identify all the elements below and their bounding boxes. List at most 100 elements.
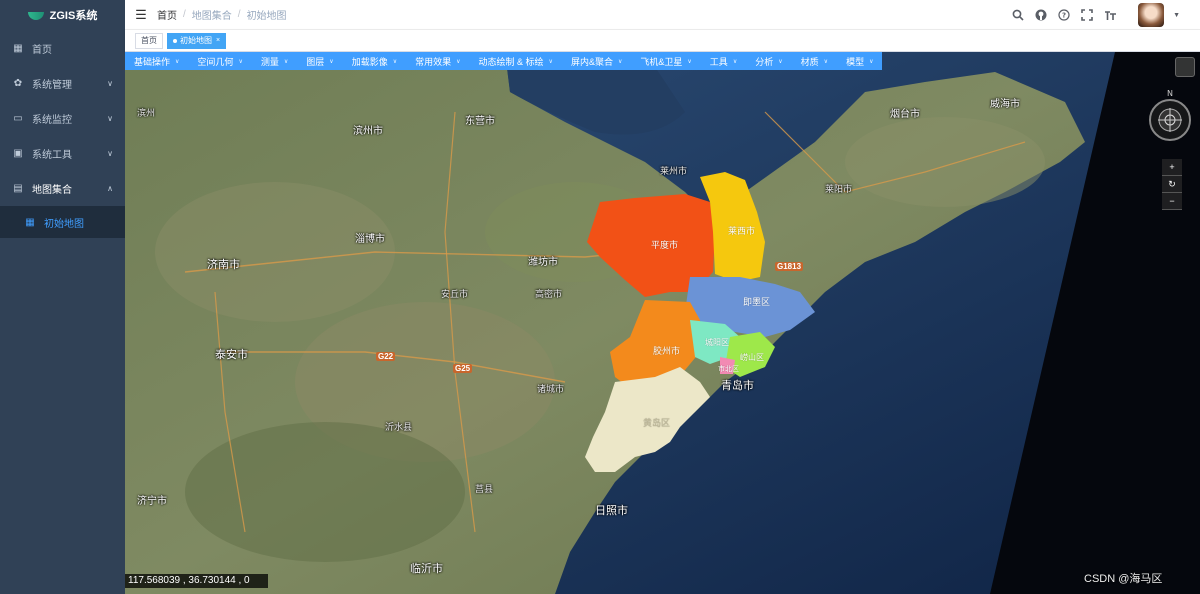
toolbar-tools[interactable]: 工具 ∨ [700, 52, 747, 70]
github-icon[interactable] [1034, 8, 1048, 22]
chevron-down-icon: ∨ [392, 58, 398, 65]
svg-text:?: ? [1062, 12, 1066, 20]
city-label: 泰安市 [215, 349, 248, 361]
highway-marker: G22 [376, 352, 396, 361]
toolbar-model[interactable]: 模型 ∨ [837, 52, 883, 70]
toolbar-cluster[interactable]: 屏内&聚合 ∨ [561, 52, 632, 70]
chevron-down-icon: ∨ [687, 58, 692, 65]
sidebar-item-home[interactable]: ▦ 首页 [0, 31, 125, 66]
toolbar-material[interactable]: 材质 ∨ [791, 52, 838, 70]
caret-down-icon[interactable]: ▼ [1173, 12, 1180, 19]
region-label: 崂山区 [740, 353, 764, 362]
chevron-down-icon: ∨ [329, 58, 334, 65]
city-label: 安丘市 [441, 289, 469, 299]
chevron-down-icon: ∨ [823, 58, 829, 65]
active-dot-icon [173, 38, 177, 43]
toolbar-label: 常用效果 [415, 56, 452, 67]
toolbar-basic-ops[interactable]: 基础操作 ∨ [125, 52, 189, 70]
breadcrumb: 首页 / 地图集合 / 初始地图 [157, 7, 287, 22]
chevron-down-icon: ∨ [548, 58, 553, 65]
city-label: 潍坊市 [528, 257, 558, 268]
font-size-icon[interactable] [1103, 8, 1117, 22]
logo-icon [27, 10, 44, 20]
toolbar-layers[interactable]: 图层 ∨ [297, 52, 343, 70]
toolbar-label: 屏内&聚合 [570, 56, 613, 67]
coordinate-readout: 117.568039 , 36.730144 , 0 [125, 574, 268, 588]
app-root: ZGIS系统 ▦ 首页 ✿ 系统管理 ∨ ▭ 系统监控 ∨ ▣ 系统工具 ∨ ▤… [0, 0, 1200, 594]
sidebar-item-system-tools[interactable]: ▣ 系统工具 ∨ [0, 136, 125, 171]
breadcrumb-home[interactable]: 首页 [157, 7, 177, 22]
breadcrumb-separator: / [183, 9, 186, 20]
navigation-compass[interactable]: N [1148, 88, 1192, 144]
monitor-icon: ▭ [13, 113, 23, 124]
hamburger-icon[interactable]: ☰ [125, 7, 157, 23]
chevron-down-icon: ∨ [107, 79, 113, 88]
city-label: 诸城市 [537, 384, 565, 394]
toolbar-label: 工具 [709, 56, 728, 67]
city-label: 济南市 [207, 259, 240, 271]
city-label: 济宁市 [137, 496, 167, 507]
toolbar-label: 测量 [260, 56, 279, 67]
toolbar-measure[interactable]: 测量 ∨ [251, 52, 298, 70]
chevron-down-icon: ∨ [175, 58, 180, 65]
sidebar-item-label: 系统工具 [32, 150, 72, 161]
breadcrumb-separator: / [237, 9, 241, 20]
close-icon[interactable]: × [216, 37, 220, 44]
toolbar-spatial-geometry[interactable]: 空间几何 ∨ [188, 52, 252, 70]
tag-label: 初始地图 [180, 36, 212, 45]
toolbar-label: 空间几何 [197, 56, 234, 67]
toolbar-common-effects[interactable]: 常用效果 ∨ [406, 52, 470, 70]
toolbar-label: 基础操作 [134, 56, 171, 67]
reset-view-button[interactable]: ↻ [1162, 176, 1182, 193]
map-canvas[interactable]: 平度市 莱西市 即墨区 胶州市 城阳区 崂山区 市北区 黄岛区 滨州市 东营市 … [125, 52, 1200, 594]
region-label: 莱西市 [728, 226, 756, 236]
breadcrumb-map-collection[interactable]: 地图集合 [192, 7, 232, 22]
chevron-down-icon: ∨ [107, 149, 113, 158]
sidebar-item-system-management[interactable]: ✿ 系统管理 ∨ [0, 66, 125, 101]
tags-view: 首页 初始地图 × [125, 30, 1200, 52]
toolbar-label: 材质 [800, 56, 819, 67]
region-label: 即墨区 [743, 297, 771, 307]
breadcrumb-current: 初始地图 [246, 11, 287, 22]
city-label: 沂水县 [385, 422, 413, 432]
base-layer-picker-button[interactable] [1175, 57, 1195, 77]
region-label: 胶州市 [653, 346, 681, 356]
toolbar-analysis[interactable]: 分析 ∨ [746, 52, 792, 70]
sidebar-item-initial-map[interactable]: ▦ 初始地图 [0, 206, 125, 238]
city-label: 滨州市 [353, 126, 383, 137]
tag-home[interactable]: 首页 [135, 32, 163, 49]
city-label: 莱阳市 [825, 184, 853, 194]
fullscreen-icon[interactable] [1080, 8, 1094, 22]
zoom-in-button[interactable]: + [1162, 159, 1182, 176]
city-label: 威海市 [990, 99, 1020, 110]
sidebar-item-label: 初始地图 [44, 218, 84, 230]
chevron-down-icon: ∨ [732, 58, 738, 65]
zoom-out-button[interactable]: − [1162, 193, 1182, 210]
logo[interactable]: ZGIS系统 [0, 0, 125, 30]
sidebar-item-map-collection[interactable]: ▤ 地图集合 ∧ [0, 171, 125, 206]
grid-icon: ▦ [25, 216, 35, 228]
dashboard-icon: ▦ [13, 43, 23, 54]
highway-marker: G25 [453, 364, 473, 373]
map-folder-icon: ▤ [13, 183, 23, 194]
chevron-down-icon: ∨ [778, 58, 783, 65]
sidebar-item-system-monitor[interactable]: ▭ 系统监控 ∨ [0, 101, 125, 136]
sidebar-item-label: 地图集合 [32, 185, 72, 196]
highway-marker: G1813 [775, 262, 804, 271]
toolbar-aircraft-satellite[interactable]: 飞机&卫星 ∨ [631, 52, 701, 70]
compass-north-label: N [1167, 89, 1173, 98]
city-label: 日照市 [595, 505, 628, 517]
region-label: 城阳区 [705, 338, 729, 347]
toolbar-label: 图层 [306, 56, 325, 67]
toolbar-dynamic-draw[interactable]: 动态绘制 & 标绘 ∨ [469, 52, 562, 70]
tag-label: 首页 [141, 36, 157, 45]
tag-initial-map[interactable]: 初始地图 × [167, 32, 227, 49]
toolbar-label: 模型 [846, 56, 865, 67]
help-icon[interactable]: ? [1057, 8, 1071, 22]
toolbar-label: 飞机&卫星 [640, 56, 683, 67]
chevron-down-icon: ∨ [283, 58, 289, 65]
avatar[interactable] [1138, 3, 1165, 27]
search-icon[interactable] [1011, 8, 1025, 22]
toolbar-load-imagery[interactable]: 加载影像 ∨ [342, 52, 407, 70]
toolbar-label: 加载影像 [351, 56, 388, 67]
